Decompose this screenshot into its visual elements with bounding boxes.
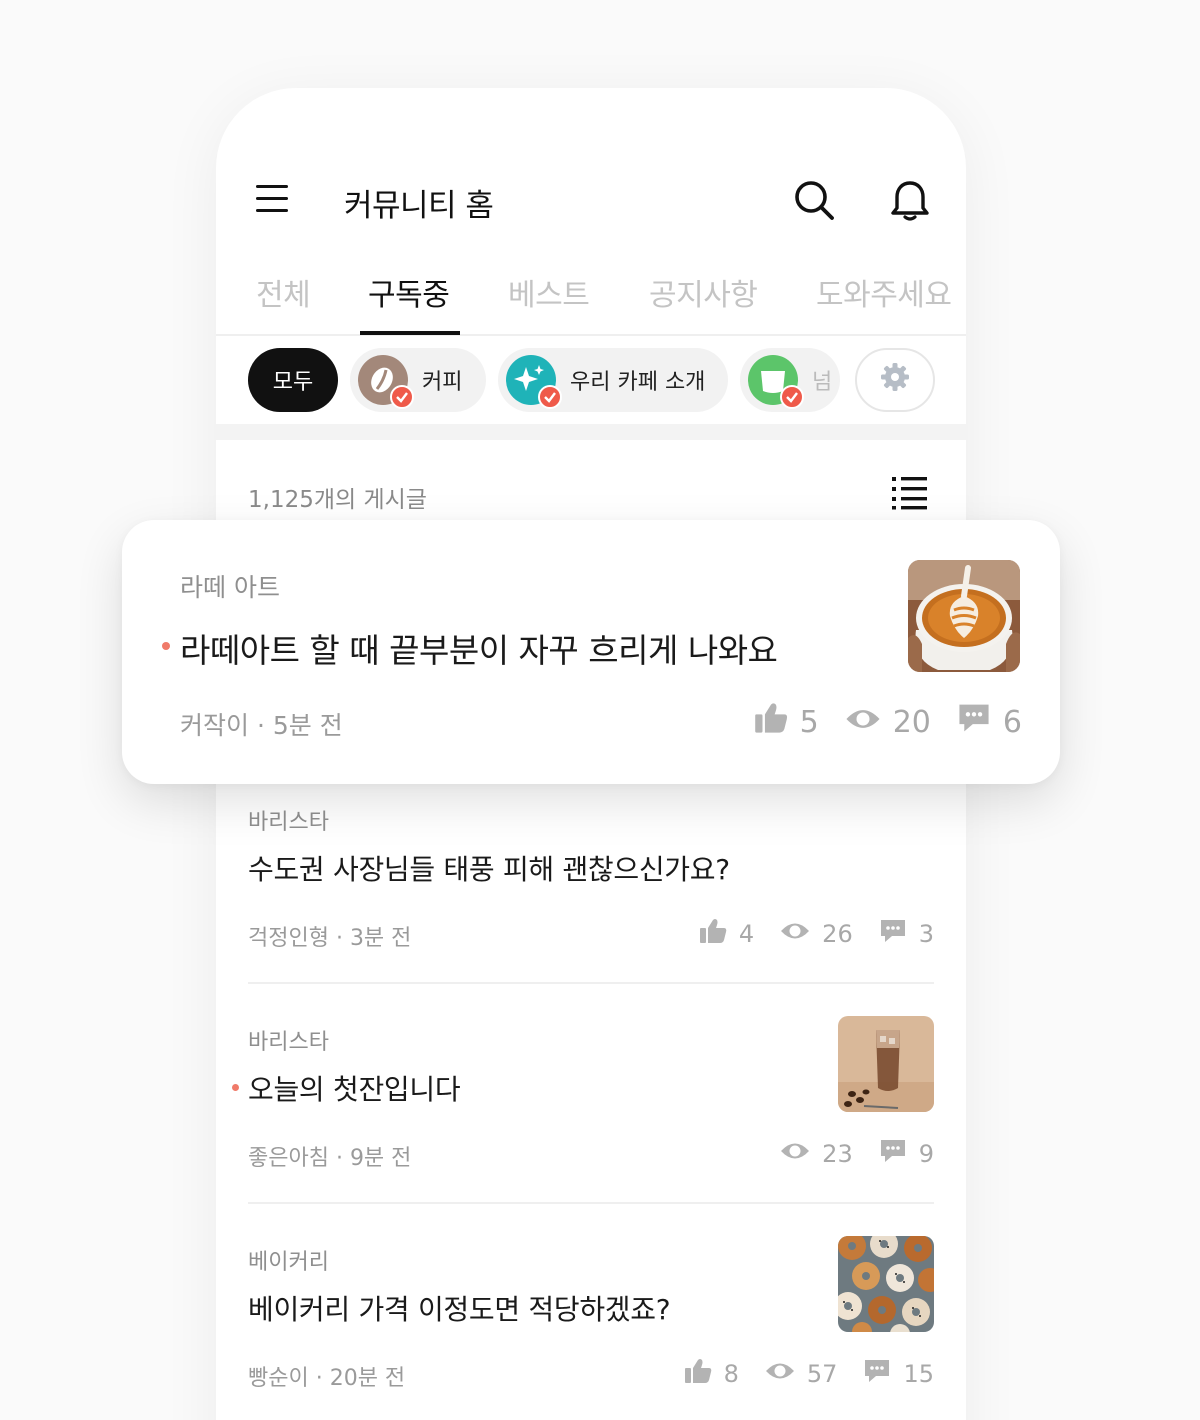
check-icon bbox=[538, 385, 562, 409]
comment-count: 15 bbox=[903, 1360, 934, 1388]
bell-icon[interactable] bbox=[888, 178, 932, 222]
post-title: 라떼아트 할 때 끝부분이 자꾸 흐리게 나와요 bbox=[180, 631, 778, 670]
active-tab-indicator bbox=[360, 331, 460, 335]
post-category: 라떼 아트 bbox=[180, 573, 280, 602]
divider bbox=[248, 982, 934, 984]
check-icon bbox=[780, 385, 804, 409]
post-stats: 8 57 15 bbox=[684, 1358, 934, 1390]
thumbs-up-icon bbox=[754, 702, 788, 742]
post-thumbnail-bagels bbox=[838, 1236, 934, 1332]
category-tabs: 전체 구독중 베스트 공지사항 도와주세요 bbox=[216, 270, 966, 336]
like-count: 5 bbox=[799, 704, 819, 740]
unread-dot bbox=[162, 642, 170, 650]
chip-coffee[interactable]: 커피 bbox=[350, 348, 486, 412]
eye-icon bbox=[765, 1360, 795, 1388]
eye-icon bbox=[780, 1140, 810, 1168]
post-stats: 4 26 3 bbox=[699, 918, 934, 950]
board-filter-chips: 모두 커피 우리 카페 소개 넘 bbox=[216, 338, 966, 424]
post-thumbnail-iced-coffee bbox=[838, 1016, 934, 1112]
chip-cafe-intro[interactable]: 우리 카페 소개 bbox=[498, 348, 728, 412]
comment-count: 9 bbox=[918, 1140, 934, 1168]
search-icon[interactable] bbox=[792, 178, 836, 222]
tab-subscribed[interactable]: 구독중 bbox=[368, 270, 450, 314]
post-category: 바리스타 bbox=[248, 1030, 329, 1055]
chip-label: 넘 bbox=[812, 370, 833, 395]
post-thumbnail-latte-art bbox=[908, 560, 1020, 672]
post-title: 수도권 사장님들 태풍 피해 괜찮으신가요? bbox=[248, 853, 730, 886]
featured-post-card[interactable]: 라떼 아트 라떼아트 할 때 끝부분이 자꾸 흐리게 나와요 커작이 · 5분 … bbox=[122, 520, 1060, 784]
eye-icon bbox=[845, 705, 881, 740]
post-count: 1,125개의 게시글 bbox=[248, 487, 427, 513]
comment-icon bbox=[879, 1138, 907, 1170]
post-meta: 좋은아침 · 9분 전 bbox=[248, 1146, 412, 1171]
post-meta: 걱정인형 · 3분 전 bbox=[248, 926, 412, 951]
unread-dot bbox=[232, 1084, 239, 1091]
like-count: 8 bbox=[723, 1360, 739, 1388]
divider bbox=[248, 1202, 934, 1204]
comment-count: 3 bbox=[918, 920, 934, 948]
cup-icon bbox=[748, 355, 804, 409]
settings-gear-icon bbox=[879, 361, 911, 399]
list-item[interactable]: 베이커리 베이커리 가격 이정도면 적당하겠죠? 빵순이 · 20분 전 8 5… bbox=[248, 1236, 934, 1394]
view-count: 26 bbox=[822, 920, 853, 948]
chip-partial[interactable]: 넘 bbox=[740, 348, 840, 412]
view-count: 20 bbox=[892, 704, 931, 740]
chip-settings-button[interactable] bbox=[855, 348, 935, 412]
tab-all[interactable]: 전체 bbox=[256, 270, 311, 314]
chip-all[interactable]: 모두 bbox=[248, 348, 338, 412]
tab-best[interactable]: 베스트 bbox=[508, 270, 590, 314]
section-divider bbox=[216, 424, 966, 440]
thumbs-up-icon bbox=[684, 1358, 712, 1390]
chip-label: 커피 bbox=[422, 370, 463, 395]
comment-icon bbox=[879, 918, 907, 950]
chip-label: 우리 카페 소개 bbox=[570, 370, 706, 395]
list-item[interactable]: 바리스타 수도권 사장님들 태풍 피해 괜찮으신가요? 걱정인형 · 3분 전 … bbox=[248, 804, 934, 954]
post-stats: 5 20 6 bbox=[754, 702, 1022, 742]
post-title: 베이커리 가격 이정도면 적당하겠죠? bbox=[248, 1293, 671, 1326]
thumbs-up-icon bbox=[699, 918, 727, 950]
comment-count: 6 bbox=[1002, 704, 1022, 740]
post-category: 바리스타 bbox=[248, 810, 329, 835]
tab-notices[interactable]: 공지사항 bbox=[649, 270, 758, 314]
eye-icon bbox=[780, 920, 810, 948]
list-item[interactable]: 바리스타 오늘의 첫잔입니다 좋은아침 · 9분 전 23 9 bbox=[232, 1016, 934, 1174]
view-count: 23 bbox=[822, 1140, 853, 1168]
page-title: 커뮤니티 홈 bbox=[344, 188, 494, 224]
post-stats: 23 9 bbox=[780, 1138, 934, 1170]
like-count: 4 bbox=[738, 920, 755, 948]
coffee-bean-icon bbox=[358, 355, 414, 409]
menu-icon[interactable] bbox=[256, 184, 288, 214]
check-icon bbox=[390, 385, 414, 409]
post-title: 오늘의 첫잔입니다 bbox=[248, 1073, 461, 1106]
view-count: 57 bbox=[806, 1360, 838, 1388]
comment-icon bbox=[863, 1358, 891, 1390]
tab-help[interactable]: 도와주세요 bbox=[816, 270, 952, 314]
post-category: 베이커리 bbox=[248, 1250, 329, 1275]
comment-icon bbox=[957, 702, 991, 742]
sparkle-icon bbox=[506, 355, 562, 409]
post-meta: 커작이 · 5분 전 bbox=[180, 711, 343, 740]
post-meta: 빵순이 · 20분 전 bbox=[248, 1366, 406, 1391]
list-view-icon[interactable] bbox=[890, 474, 930, 510]
